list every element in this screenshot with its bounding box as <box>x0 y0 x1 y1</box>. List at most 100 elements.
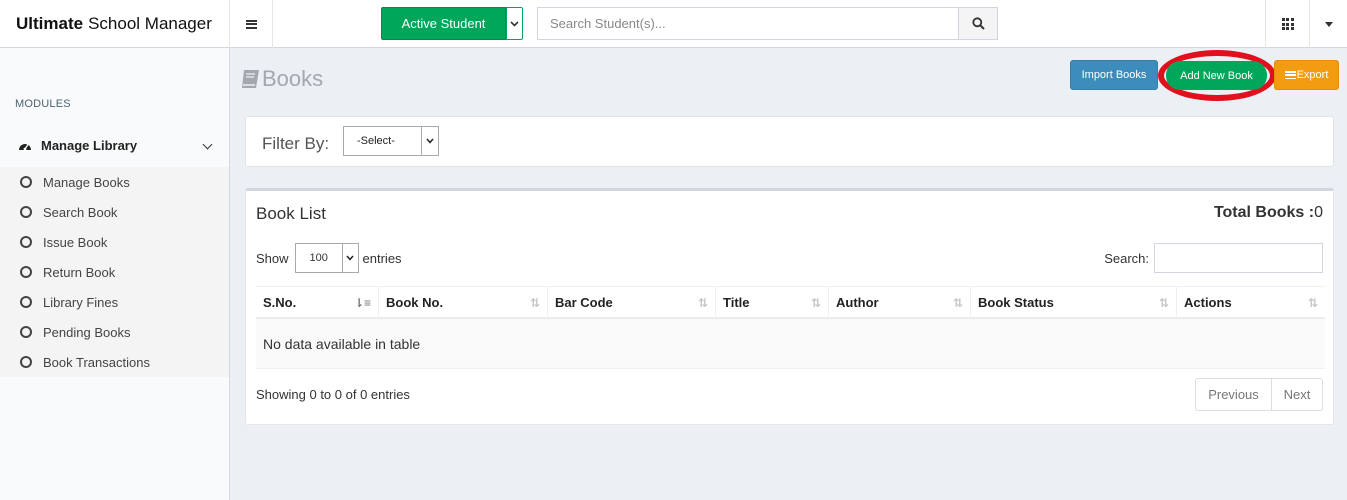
sidebar-item-label: Search Book <box>43 204 118 220</box>
sidebar-item-label: Manage Books <box>43 174 130 190</box>
sort-icon: ⇅ <box>529 296 540 310</box>
circle-icon <box>20 296 32 308</box>
column-header-author[interactable]: Author ⇅ <box>829 287 971 318</box>
sidebar-group-manage-library[interactable]: Manage Library <box>0 130 229 160</box>
book-list-title: Book List <box>256 204 326 223</box>
chevron-down-icon <box>341 244 358 272</box>
column-header-label: Book No. <box>386 295 444 310</box>
sidebar-group-label: Manage Library <box>41 137 138 153</box>
page-title: Books <box>240 66 323 92</box>
app-brand[interactable]: Ultimate School Manager <box>0 0 230 48</box>
add-new-book-button[interactable]: Add New Book <box>1166 61 1267 90</box>
chevron-down-icon[interactable] <box>506 7 523 40</box>
sort-ascending-icon: ⇂≡ <box>353 296 371 310</box>
dashboard-icon <box>19 144 31 151</box>
filter-select[interactable]: -Select- <box>343 126 439 156</box>
hamburger-icon <box>245 19 257 29</box>
caret-down-icon <box>1324 21 1333 27</box>
sidebar: MODULES Manage Library Manage Books Sear… <box>0 48 230 500</box>
search-icon <box>971 17 985 30</box>
sidebar-item-library-fines[interactable]: Library Fines <box>0 287 229 317</box>
column-header-book-no[interactable]: Book No. ⇅ <box>379 287 548 318</box>
brand-bold: Ultimate <box>16 14 84 33</box>
sidebar-item-manage-books[interactable]: Manage Books <box>0 167 229 197</box>
sidebar-item-issue-book[interactable]: Issue Book <box>0 227 229 257</box>
table-search: Search: <box>1104 243 1323 273</box>
sort-icon: ⇅ <box>952 296 963 310</box>
filter-panel: Filter By: -Select- <box>245 116 1334 167</box>
export-label: Export <box>1296 69 1329 81</box>
sort-icon: ⇅ <box>697 296 708 310</box>
circle-icon <box>20 206 32 218</box>
brand-name: School Manager <box>88 14 212 33</box>
column-header-title[interactable]: Title ⇅ <box>716 287 829 318</box>
circle-icon <box>20 176 32 188</box>
book-icon <box>242 70 259 88</box>
page-length-control: Show 100 entries <box>256 243 402 273</box>
list-icon <box>1284 71 1296 79</box>
column-header-bar-code[interactable]: Bar Code ⇅ <box>548 287 716 318</box>
filter-selected-value: -Select- <box>357 135 395 147</box>
empty-table-message: No data available in table <box>256 319 1325 369</box>
top-header: Ultimate School Manager Active Student <box>0 0 1347 48</box>
student-search <box>537 7 998 40</box>
circle-icon <box>20 326 32 338</box>
active-student-dropdown[interactable]: Active Student <box>381 7 523 40</box>
column-header-label: Bar Code <box>555 295 613 310</box>
column-header-label: Actions <box>1184 295 1232 310</box>
library-submenu: Manage Books Search Book Issue Book Retu… <box>0 167 229 377</box>
apps-menu-button[interactable] <box>1265 0 1309 48</box>
column-header-label: Book Status <box>978 295 1054 310</box>
chevron-down-icon <box>202 139 213 150</box>
page-length-select[interactable]: 100 <box>294 243 359 273</box>
header-right <box>1265 0 1347 48</box>
entries-label: entries <box>362 250 402 266</box>
sidebar-item-return-book[interactable]: Return Book <box>0 257 229 287</box>
user-menu-button[interactable] <box>1309 0 1347 48</box>
previous-page-button[interactable]: Previous <box>1196 379 1272 410</box>
export-button[interactable]: Export <box>1274 60 1339 90</box>
sidebar-item-book-transactions[interactable]: Book Transactions <box>0 347 229 377</box>
circle-icon <box>20 356 32 368</box>
next-page-button[interactable]: Next <box>1272 379 1322 410</box>
sidebar-item-label: Return Book <box>43 264 116 280</box>
pagination: Previous Next <box>1195 378 1323 411</box>
circle-icon <box>20 236 32 248</box>
show-label: Show <box>256 250 289 266</box>
sidebar-item-label: Book Transactions <box>43 354 150 370</box>
table-header-row: S.No. ⇂≡ Book No. ⇅ Bar Code ⇅ Title ⇅ Autho… <box>256 286 1325 319</box>
column-header-label: S.No. <box>263 295 297 310</box>
sidebar-item-label: Pending Books <box>43 324 131 340</box>
sidebar-item-search-book[interactable]: Search Book <box>0 197 229 227</box>
chevron-down-icon <box>421 127 438 155</box>
total-books-value: 0 <box>1314 204 1323 221</box>
sidebar-item-pending-books[interactable]: Pending Books <box>0 317 229 347</box>
sort-icon: ⇅ <box>1307 296 1318 310</box>
sidebar-toggle-button[interactable] <box>230 0 273 48</box>
import-books-button[interactable]: Import Books <box>1070 60 1158 90</box>
filter-label: Filter By: <box>262 134 330 153</box>
column-header-label: Author <box>836 295 879 310</box>
column-header-sno[interactable]: S.No. ⇂≡ <box>256 287 379 318</box>
total-books-label: Total Books : <box>1213 204 1315 221</box>
search-button[interactable] <box>958 7 998 40</box>
sidebar-item-label: Issue Book <box>43 234 108 250</box>
sort-icon: ⇅ <box>1158 296 1169 310</box>
student-search-input[interactable] <box>537 7 958 40</box>
page-title-text: Books <box>262 66 324 91</box>
table-info: Showing 0 to 0 of 0 entries <box>256 387 410 402</box>
column-header-actions[interactable]: Actions ⇅ <box>1177 287 1325 318</box>
page-length-value: 100 <box>309 252 328 264</box>
table-search-label: Search: <box>1104 250 1149 266</box>
column-header-book-status[interactable]: Book Status ⇅ <box>971 287 1177 318</box>
total-books: Total Books :0 <box>1214 204 1323 222</box>
sidebar-section-label: MODULES <box>15 98 71 110</box>
sidebar-item-label: Library Fines <box>43 294 119 310</box>
grid-icon <box>1281 18 1294 30</box>
table-search-input[interactable] <box>1154 243 1323 273</box>
active-student-button[interactable]: Active Student <box>381 7 506 40</box>
circle-icon <box>20 266 32 278</box>
sort-icon: ⇅ <box>810 296 821 310</box>
book-table: S.No. ⇂≡ Book No. ⇅ Bar Code ⇅ Title ⇅ Autho… <box>256 286 1325 369</box>
book-list-panel: Book List Total Books :0 Show 100 entrie… <box>245 188 1334 425</box>
